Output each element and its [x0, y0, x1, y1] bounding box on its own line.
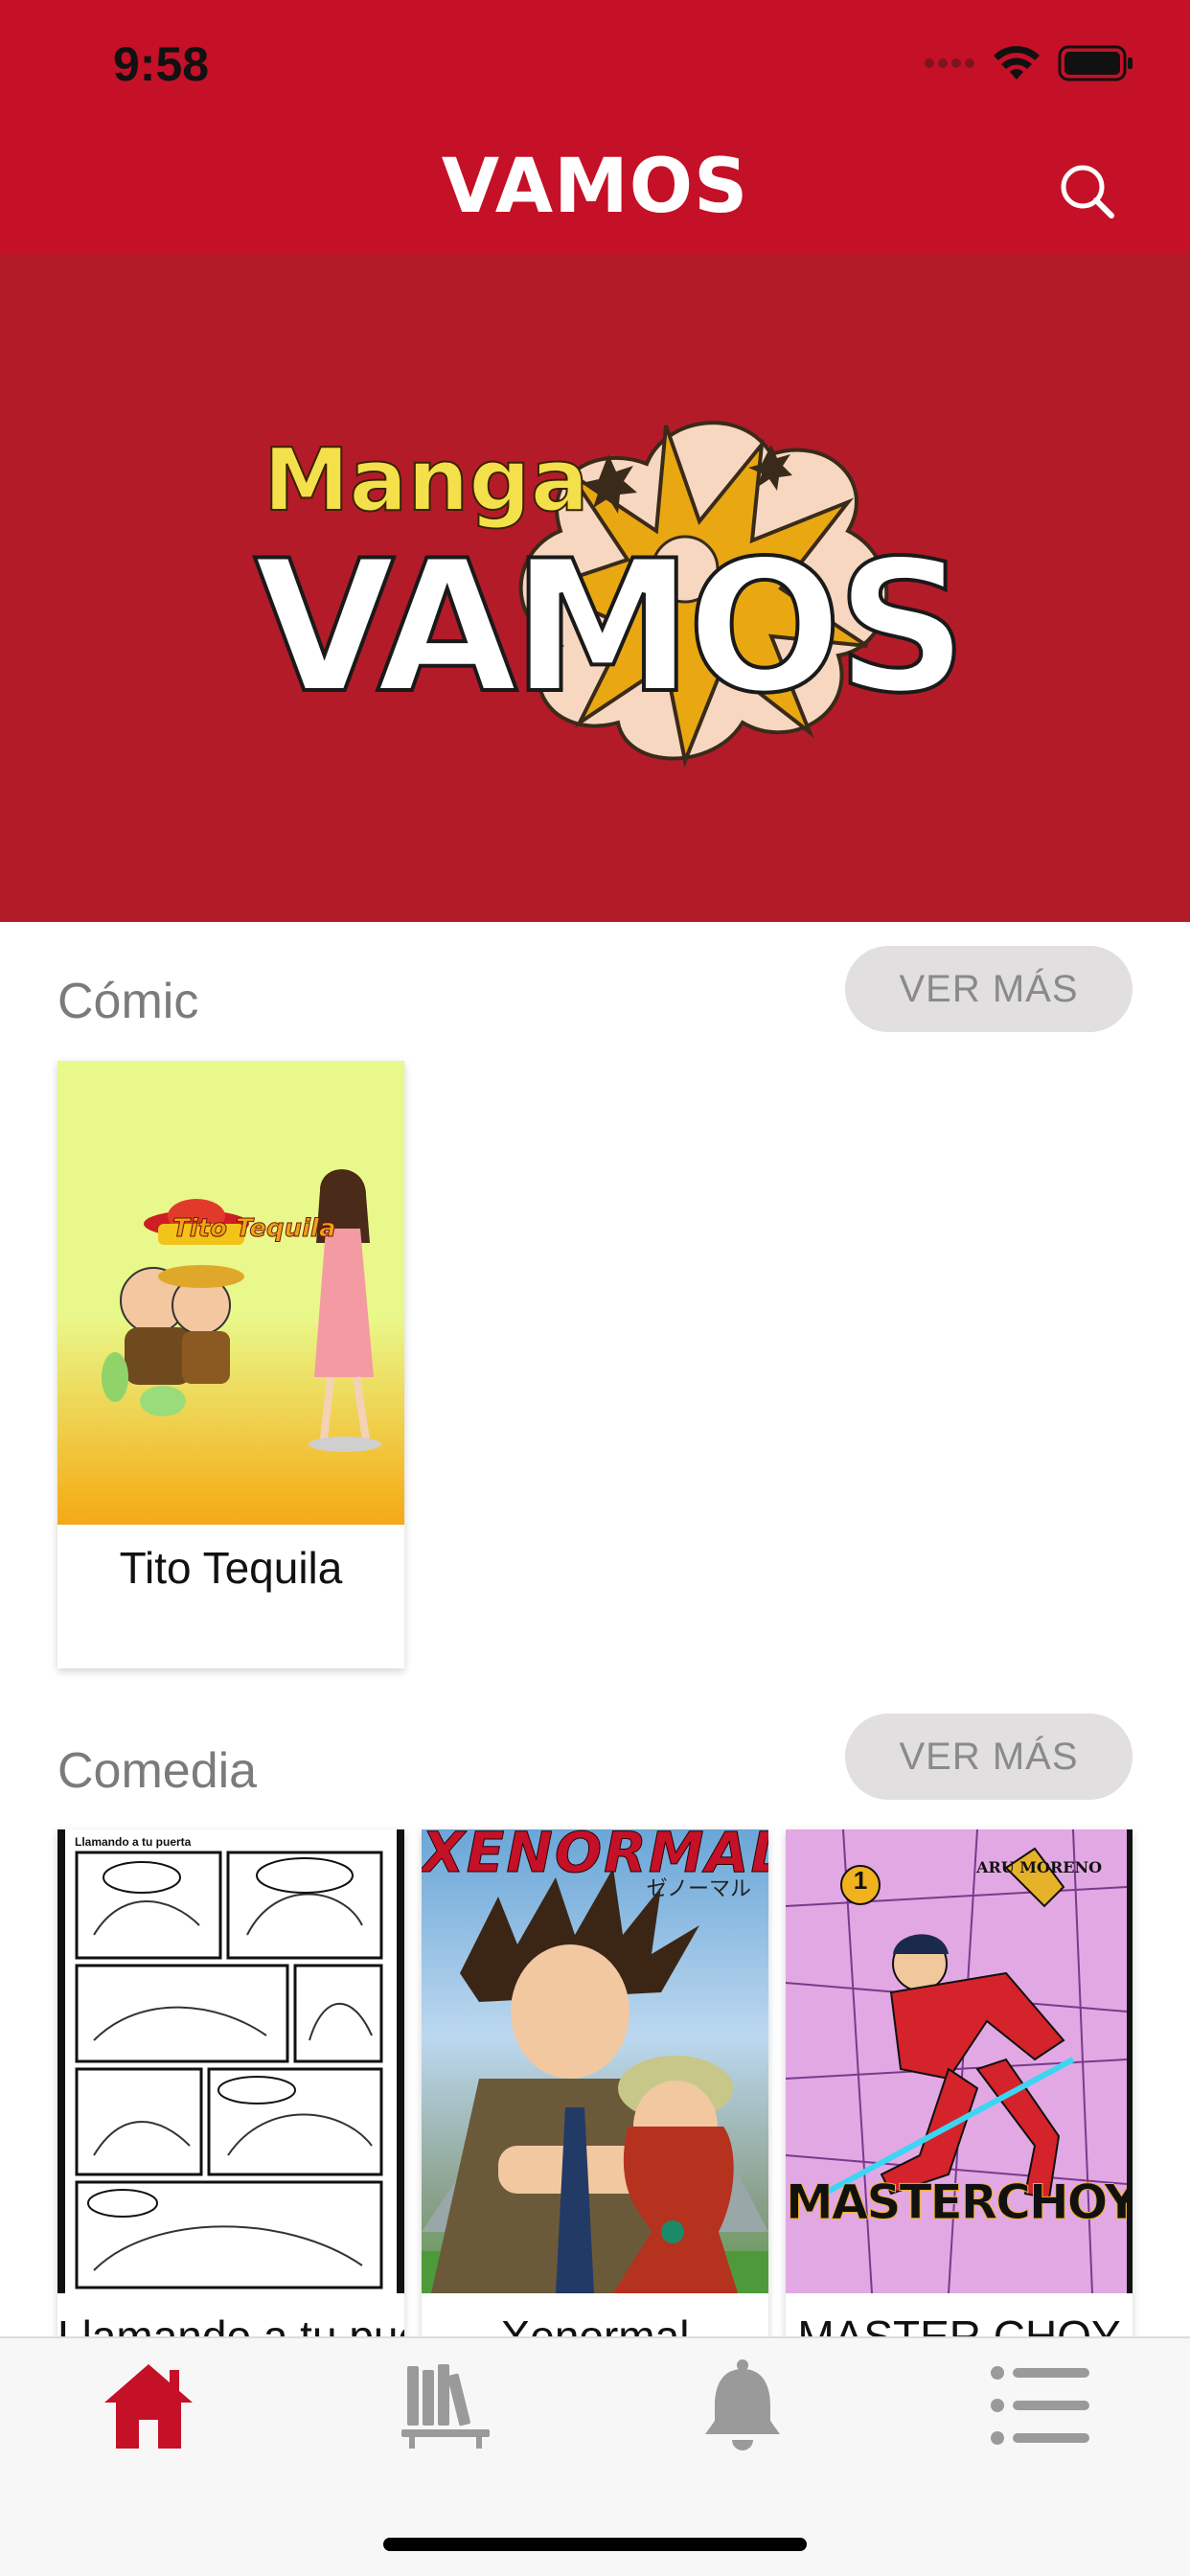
comic-card[interactable]: Tito Tequila Tito Tequila: [57, 1061, 404, 1668]
llamando-cover: Llamando a tu puerta: [57, 1829, 404, 2293]
section-title-comedia: Comedia: [57, 1743, 258, 1799]
list-icon: [991, 2366, 1089, 2445]
comic-cover: Tito Tequila: [57, 1061, 404, 1525]
tab-library[interactable]: [297, 2338, 594, 2472]
master-choy-number: 1: [853, 1866, 868, 1895]
app-title: VAMOS: [441, 144, 749, 230]
tab-notifications[interactable]: [594, 2338, 891, 2472]
bell-icon: [705, 2359, 780, 2450]
tito-tequila-illustration: [102, 1169, 381, 1452]
ver-mas-comedia-button[interactable]: VER MÁS: [845, 1714, 1133, 1800]
home-icon: [104, 2364, 193, 2449]
wifi-icon: [994, 46, 1040, 80]
master-choy-logo: MASTERCHOY: [786, 2174, 1133, 2231]
card-title: Tito Tequila: [119, 1543, 343, 1593]
status-time: 9:58: [113, 37, 210, 91]
top-bar: 9:58 VAMOS: [0, 0, 1190, 253]
ver-mas-comic-button[interactable]: VER MÁS: [845, 946, 1133, 1032]
xenormal-subtitle: ゼノーマル: [646, 1877, 751, 1901]
promo-banner[interactable]: Manga VAMOS: [0, 253, 1190, 922]
home-indicator: [383, 2538, 807, 2551]
banner-logo: Manga VAMOS: [244, 387, 970, 770]
battery-icon: [1058, 45, 1133, 81]
section-title-comic: Cómic: [57, 974, 199, 1029]
banner-logo-manga: Manga: [263, 429, 590, 532]
library-icon: [401, 2364, 490, 2449]
master-choy-author: ARU MORENO: [976, 1858, 1102, 1876]
xenormal-cover: XENORMAL ゼノーマル: [422, 1829, 768, 2293]
comic-cover-title: Tito Tequila: [172, 1214, 336, 1244]
manga-panels-illustration: [75, 1851, 383, 2289]
status-icons: [924, 42, 1134, 84]
tab-list[interactable]: [891, 2338, 1188, 2472]
signal-icon: [925, 58, 974, 68]
banner-logo-vamos: VAMOS: [252, 519, 970, 735]
search-icon: [1061, 165, 1114, 218]
tab-home[interactable]: [0, 2338, 297, 2472]
app-screen: 9:58 VAMOS Manga VAMOS Cómic VER MÁS Tit…: [0, 0, 1190, 2576]
master-choy-cover: 1 ARU MORENO MASTERCHOY: [786, 1829, 1133, 2293]
search-button[interactable]: [1054, 158, 1121, 225]
